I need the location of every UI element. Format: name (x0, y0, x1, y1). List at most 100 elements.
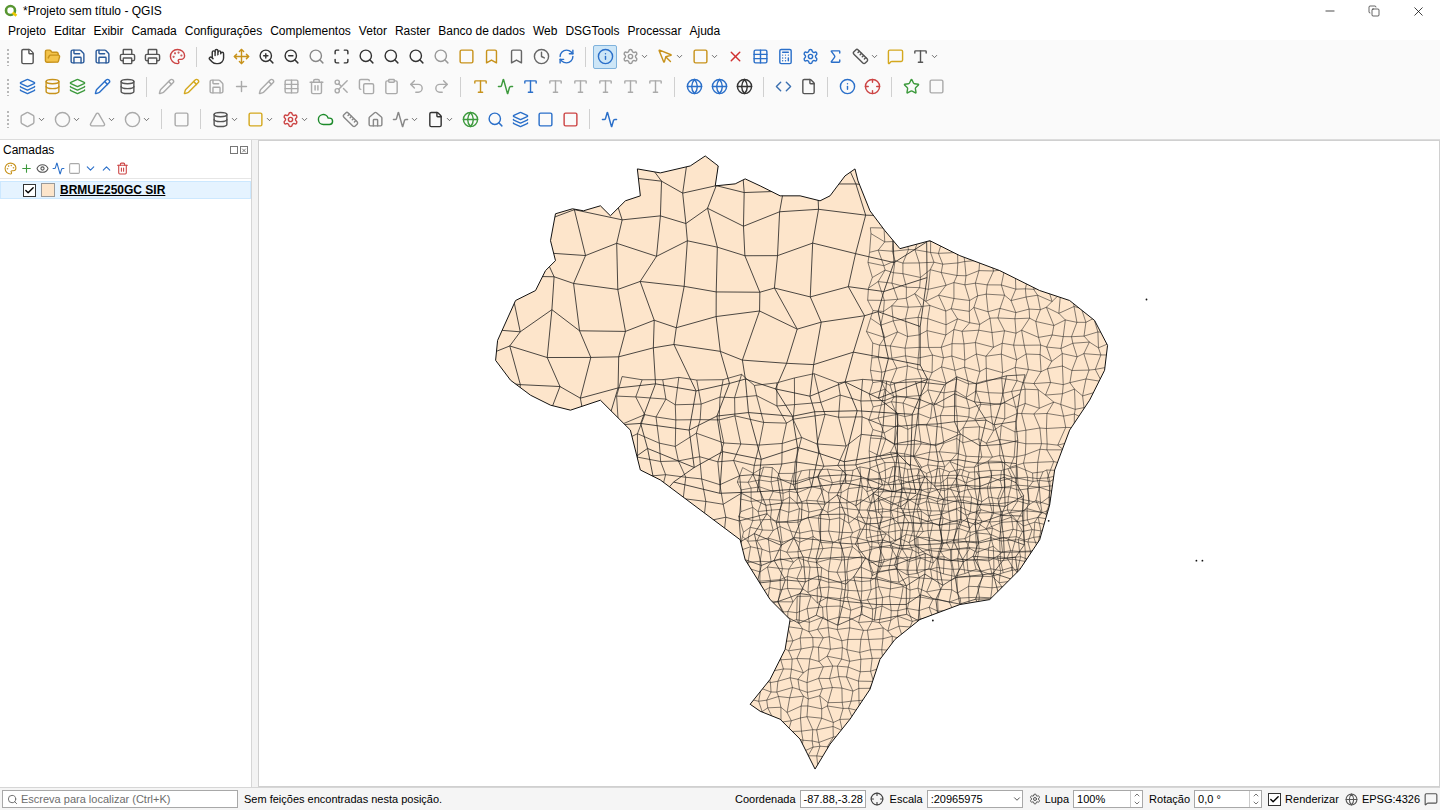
remove-layer-icon[interactable] (116, 162, 129, 175)
add-feature-button[interactable] (229, 75, 253, 99)
zoom-selection-button[interactable] (354, 45, 378, 69)
dsg-style-button[interactable] (243, 107, 277, 131)
new-shapefile-button[interactable] (65, 75, 89, 99)
toolbox-button[interactable] (798, 45, 822, 69)
float-button[interactable] (230, 146, 238, 154)
field-calculator-button[interactable] (773, 45, 797, 69)
save-as-button[interactable] (90, 45, 114, 69)
change-label-button[interactable] (618, 75, 642, 99)
select-button[interactable] (653, 45, 687, 69)
new-project-button[interactable] (15, 45, 39, 69)
label-diagram-button[interactable] (493, 75, 517, 99)
shape-d-button[interactable] (120, 107, 154, 131)
messages-icon[interactable] (1424, 792, 1438, 806)
rotate-label-button[interactable] (593, 75, 617, 99)
help-button[interactable] (835, 75, 859, 99)
label-tool-button[interactable] (468, 75, 492, 99)
menu-item[interactable]: DSGTools (561, 23, 623, 39)
dsg-frame-button[interactable] (423, 107, 457, 131)
wms-button[interactable] (682, 75, 706, 99)
minimize-button[interactable] (1308, 0, 1352, 22)
zoom-in-button[interactable] (254, 45, 278, 69)
profile-button[interactable] (597, 107, 621, 131)
move-label-button[interactable] (568, 75, 592, 99)
delete-selected-button[interactable] (304, 75, 328, 99)
measure-button[interactable] (848, 45, 882, 69)
select-value-button[interactable] (688, 45, 722, 69)
menu-item[interactable]: Editar (50, 23, 89, 39)
toolbar-grip[interactable] (6, 48, 10, 66)
close-panel-button[interactable] (240, 146, 248, 154)
new-temporary-button[interactable] (90, 75, 114, 99)
open-project-button[interactable] (40, 45, 64, 69)
scale-field[interactable]: :20965975 (927, 790, 1023, 808)
data-source-manager-button[interactable] (15, 75, 39, 99)
restore-button[interactable] (1352, 0, 1396, 22)
map-tips-button[interactable] (883, 45, 907, 69)
pan-selection-button[interactable] (229, 45, 253, 69)
rotation-field[interactable]: 0,0 ° (1194, 790, 1262, 808)
paste-features-button[interactable] (379, 75, 403, 99)
zoom-out-button[interactable] (279, 45, 303, 69)
style-manager-button[interactable] (165, 45, 189, 69)
map-drawing[interactable] (259, 141, 1439, 786)
menu-item[interactable]: Camada (127, 23, 180, 39)
toolbar-grip[interactable] (6, 110, 10, 128)
lock-icon[interactable] (1029, 793, 1041, 805)
python-console-button[interactable] (771, 75, 795, 99)
plugin-b-button[interactable] (924, 75, 948, 99)
menu-item[interactable]: Configurações (181, 23, 266, 39)
dsg-angle-button[interactable] (388, 107, 422, 131)
close-button[interactable] (1396, 0, 1440, 22)
redo-button[interactable] (429, 75, 453, 99)
metasearch-button[interactable] (732, 75, 756, 99)
shape-a-button[interactable] (15, 107, 49, 131)
new-view-button[interactable] (454, 45, 478, 69)
collapse-all-icon[interactable] (100, 162, 113, 175)
extents-toggle-icon[interactable] (870, 792, 884, 806)
snap-button[interactable] (169, 107, 193, 131)
layer-symbol[interactable] (41, 183, 55, 197)
dsg-home-button[interactable] (363, 107, 387, 131)
save-project-button[interactable] (65, 45, 89, 69)
expand-all-icon[interactable] (84, 162, 97, 175)
pan-button[interactable] (204, 45, 228, 69)
dsg-layers-button[interactable] (508, 107, 532, 131)
layer-checkbox[interactable] (23, 184, 36, 197)
save-edits-button[interactable] (204, 75, 228, 99)
dsg-database-button[interactable] (208, 107, 242, 131)
menu-item[interactable]: Projeto (4, 23, 50, 39)
plugin-a-button[interactable] (899, 75, 923, 99)
menu-item[interactable]: Processar (623, 23, 685, 39)
locator-field[interactable] (2, 790, 238, 808)
toggle-editing-button[interactable] (179, 75, 203, 99)
menu-item[interactable]: Banco de dados (434, 23, 529, 39)
text-annotation-button[interactable] (908, 45, 942, 69)
crs-label[interactable]: EPSG:4326 (1362, 793, 1420, 805)
zoom-last-button[interactable] (404, 45, 428, 69)
show-bookmarks-button[interactable] (504, 45, 528, 69)
filter-map-icon[interactable] (68, 162, 81, 175)
label-props-button[interactable] (643, 75, 667, 99)
vertex-tool-button[interactable] (254, 75, 278, 99)
spin-buttons[interactable] (1130, 791, 1142, 807)
zoom-native-button[interactable] (304, 45, 328, 69)
refresh-button[interactable] (554, 45, 578, 69)
new-virtual-button[interactable] (115, 75, 139, 99)
zoom-full-button[interactable] (329, 45, 353, 69)
dsg-validate-button[interactable] (278, 107, 312, 131)
pin-labels-button[interactable] (518, 75, 542, 99)
add-group-icon[interactable] (20, 162, 33, 175)
statistics-button[interactable] (823, 45, 847, 69)
deselect-button[interactable] (723, 45, 747, 69)
magnifier-field[interactable]: 100% (1073, 790, 1143, 808)
undo-button[interactable] (404, 75, 428, 99)
new-geopackage-button[interactable] (40, 75, 64, 99)
identify-button[interactable] (593, 45, 617, 69)
dsg-raster-button[interactable] (558, 107, 582, 131)
plugin-editor-button[interactable] (796, 75, 820, 99)
menu-item[interactable]: Raster (391, 23, 434, 39)
cut-features-button[interactable] (329, 75, 353, 99)
filter-icon[interactable] (52, 162, 65, 175)
dsg-globe-button[interactable] (458, 107, 482, 131)
